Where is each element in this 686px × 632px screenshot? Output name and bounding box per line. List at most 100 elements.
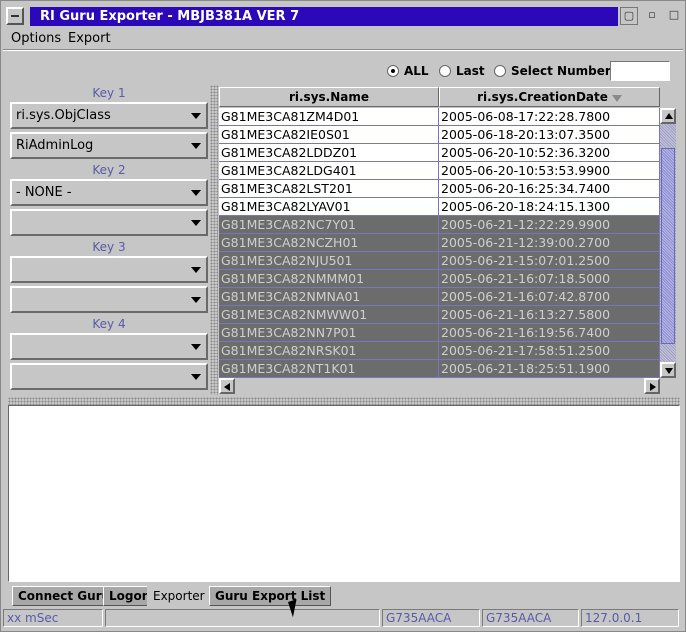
scroll-down-button[interactable] xyxy=(660,362,676,378)
column-header-creation-date[interactable]: ri.sys.CreationDate xyxy=(439,87,660,107)
table-row[interactable]: G81ME3CA82NC7Y01 2005-06-21-12:22:29.9900 xyxy=(219,216,660,234)
cell-creation-date[interactable]: 2005-06-18-20:13:07.3500 xyxy=(439,126,660,144)
table-row[interactable]: G81ME3CA82NCZH01 2005-06-21-12:39:00.2700 xyxy=(219,234,660,252)
window-title: RI Guru Exporter - MBJB381A VER 7 xyxy=(30,7,618,26)
key2-label: Key 2 xyxy=(92,163,126,177)
status-timing: xx mSec xyxy=(3,609,103,627)
select-number-input[interactable] xyxy=(610,61,670,81)
key3-combo-primary[interactable] xyxy=(10,256,208,283)
table-row[interactable]: G81ME3CA82NMMM01 2005-06-21-16:07:18.5000 xyxy=(219,270,660,288)
menu-options[interactable]: Options xyxy=(11,30,61,48)
cell-creation-date[interactable]: 2005-06-21-12:22:29.9900 xyxy=(439,216,660,234)
cell-name[interactable]: G81ME3CA82NMMM01 xyxy=(219,270,439,288)
cell-creation-date[interactable]: 2005-06-21-17:58:51.2500 xyxy=(439,342,660,360)
cell-name[interactable]: G81ME3CA82IE0S01 xyxy=(219,126,439,144)
radio-all-label: ALL xyxy=(404,64,429,78)
cell-name[interactable]: G81ME3CA82NRSK01 xyxy=(219,342,439,360)
horizontal-splitter[interactable] xyxy=(8,397,680,405)
status-system: G735AACA xyxy=(482,609,579,627)
cell-creation-date[interactable]: 2005-06-20-10:53:53.9900 xyxy=(439,162,660,180)
tab-connect-guru[interactable]: Connect Guru xyxy=(12,586,117,606)
key1-combo-primary-value: ri.sys.ObjClass xyxy=(16,108,111,123)
status-message xyxy=(105,609,380,627)
table-row[interactable]: G81ME3CA81ZM4D01 2005-06-08-17:22:28.7800 xyxy=(219,108,660,126)
cell-creation-date[interactable]: 2005-06-21-18:25:51.1900 xyxy=(439,360,660,378)
scroll-left-button[interactable] xyxy=(219,378,235,394)
app-window: RI Guru Exporter - MBJB381A VER 7 ▢ ▫ □ … xyxy=(0,0,686,632)
cell-name[interactable]: G81ME3CA82NMNA01 xyxy=(219,288,439,306)
cell-name[interactable]: G81ME3CA82NN7P01 xyxy=(219,324,439,342)
cell-creation-date[interactable]: 2005-06-20-18:24:15.1300 xyxy=(439,198,660,216)
radio-selected-icon xyxy=(387,65,399,77)
cell-creation-date[interactable]: 2005-06-21-16:07:18.5000 xyxy=(439,270,660,288)
key3-combo-secondary[interactable] xyxy=(10,286,208,313)
scroll-thumb[interactable] xyxy=(661,148,675,344)
table-row[interactable]: G81ME3CA82NMWW01 2005-06-21-16:13:27.5800 xyxy=(219,306,660,324)
cell-name[interactable]: G81ME3CA82LYAV01 xyxy=(219,198,439,216)
radio-unselected-icon xyxy=(439,65,451,77)
close-icon[interactable]: □ xyxy=(665,7,683,25)
cell-name[interactable]: G81ME3CA82LST201 xyxy=(219,180,439,198)
table-row[interactable]: G81ME3CA82LST201 2005-06-20-16:25:34.7400 xyxy=(219,180,660,198)
vertical-splitter[interactable] xyxy=(210,85,218,395)
arrow-left-icon xyxy=(224,383,230,391)
key1-combo-secondary[interactable]: RiAdminLog xyxy=(10,132,208,159)
scroll-right-button[interactable] xyxy=(644,378,660,394)
key4-combo-secondary[interactable] xyxy=(10,363,208,390)
cell-name[interactable]: G81ME3CA82NC7Y01 xyxy=(219,216,439,234)
radio-last[interactable]: Last xyxy=(439,63,485,79)
table-row[interactable]: G81ME3CA82NN7P01 2005-06-21-16:19:56.7400 xyxy=(219,324,660,342)
dropdown-arrow-icon xyxy=(191,113,201,119)
table-row[interactable]: G81ME3CA82NJU501 2005-06-21-15:07:01.2500 xyxy=(219,252,660,270)
cell-name[interactable]: G81ME3CA82LDG401 xyxy=(219,162,439,180)
radio-unselected-icon xyxy=(494,65,506,77)
key-panel: Key 1 ri.sys.ObjClass RiAdminLog Key 2 -… xyxy=(8,84,210,394)
tab-guru-export-list[interactable]: Guru Export List xyxy=(209,586,332,606)
table-row[interactable]: G81ME3CA82LDDZ01 2005-06-20-10:52:36.3200 xyxy=(219,144,660,162)
cell-name[interactable]: G81ME3CA81ZM4D01 xyxy=(219,108,439,126)
table-row[interactable]: G81ME3CA82LDG401 2005-06-20-10:53:53.9900 xyxy=(219,162,660,180)
scroll-up-button[interactable] xyxy=(660,108,676,124)
radio-select-number-label: Select Number xyxy=(511,64,611,78)
radio-all[interactable]: ALL xyxy=(387,63,429,79)
table-row[interactable]: G81ME3CA82IE0S01 2005-06-18-20:13:07.3500 xyxy=(219,126,660,144)
table-row[interactable]: G81ME3CA82LYAV01 2005-06-20-18:24:15.1300 xyxy=(219,198,660,216)
key1-combo-primary[interactable]: ri.sys.ObjClass xyxy=(10,102,208,129)
key1-combo-secondary-value: RiAdminLog xyxy=(16,138,94,153)
cell-creation-date[interactable]: 2005-06-21-12:39:00.2700 xyxy=(439,234,660,252)
system-menu-icon[interactable] xyxy=(6,7,24,25)
cell-name[interactable]: G81ME3CA82LDDZ01 xyxy=(219,144,439,162)
radio-select-number[interactable]: Select Number xyxy=(494,63,611,79)
table-row[interactable]: G81ME3CA82NMNA01 2005-06-21-16:07:42.8700 xyxy=(219,288,660,306)
cell-creation-date[interactable]: 2005-06-08-17:22:28.7800 xyxy=(439,108,660,126)
column-header-name[interactable]: ri.sys.Name xyxy=(219,87,439,107)
maximize-icon[interactable]: ▢ xyxy=(620,7,638,25)
cell-name[interactable]: G81ME3CA82NT1K01 xyxy=(219,360,439,378)
menu-divider xyxy=(3,49,683,51)
tab-bar: Connect Guru Logon Exporter Guru Export … xyxy=(8,586,680,606)
key3-label: Key 3 xyxy=(92,240,126,254)
cell-creation-date[interactable]: 2005-06-20-10:52:36.3200 xyxy=(439,144,660,162)
table-row[interactable]: G81ME3CA82NT1K01 2005-06-21-18:25:51.1900 xyxy=(219,360,660,378)
minimize-icon[interactable]: ▫ xyxy=(643,7,661,25)
cell-name[interactable]: G81ME3CA82NCZH01 xyxy=(219,234,439,252)
cell-creation-date[interactable]: 2005-06-20-16:25:34.7400 xyxy=(439,180,660,198)
menu-export[interactable]: Export xyxy=(68,30,111,48)
table-body: G81ME3CA81ZM4D01 2005-06-08-17:22:28.7800… xyxy=(219,108,660,378)
cell-creation-date[interactable]: 2005-06-21-15:07:01.2500 xyxy=(439,252,660,270)
horizontal-scrollbar[interactable] xyxy=(219,378,660,394)
table-row[interactable]: G81ME3CA82NRSK01 2005-06-21-17:58:51.2500 xyxy=(219,342,660,360)
cell-creation-date[interactable]: 2005-06-21-16:07:42.8700 xyxy=(439,288,660,306)
cell-name[interactable]: G81ME3CA82NJU501 xyxy=(219,252,439,270)
key2-combo-secondary[interactable] xyxy=(10,209,208,236)
horizontal-scroll-track[interactable] xyxy=(235,378,644,394)
arrow-down-icon xyxy=(665,368,673,374)
key2-combo-primary[interactable]: - NONE - xyxy=(10,179,208,206)
tab-exporter[interactable]: Exporter xyxy=(147,586,211,606)
cell-creation-date[interactable]: 2005-06-21-16:13:27.5800 xyxy=(439,306,660,324)
output-text-area[interactable] xyxy=(8,405,680,582)
cell-name[interactable]: G81ME3CA82NMWW01 xyxy=(219,306,439,324)
key4-combo-primary[interactable] xyxy=(10,333,208,360)
vertical-scrollbar[interactable] xyxy=(660,108,676,378)
cell-creation-date[interactable]: 2005-06-21-16:19:56.7400 xyxy=(439,324,660,342)
